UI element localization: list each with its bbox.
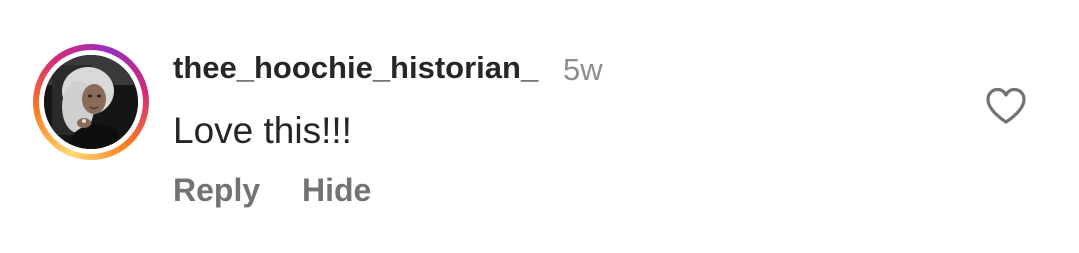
comment-item: thee_hoochie_historian_ 5w Love this!!! …	[0, 0, 1079, 253]
avatar[interactable]	[44, 55, 138, 149]
comment-username[interactable]: thee_hoochie_historian_	[173, 50, 538, 86]
hide-button[interactable]: Hide	[302, 172, 371, 209]
comment-timestamp: 5w	[563, 52, 603, 87]
avatar-story-ring[interactable]	[33, 44, 149, 160]
reply-button[interactable]: Reply	[173, 172, 260, 209]
comment-text: Love this!!!	[173, 110, 352, 151]
avatar-image	[44, 55, 138, 149]
heart-outline-icon[interactable]	[984, 86, 1028, 126]
avatar-ring-gap	[39, 50, 143, 154]
